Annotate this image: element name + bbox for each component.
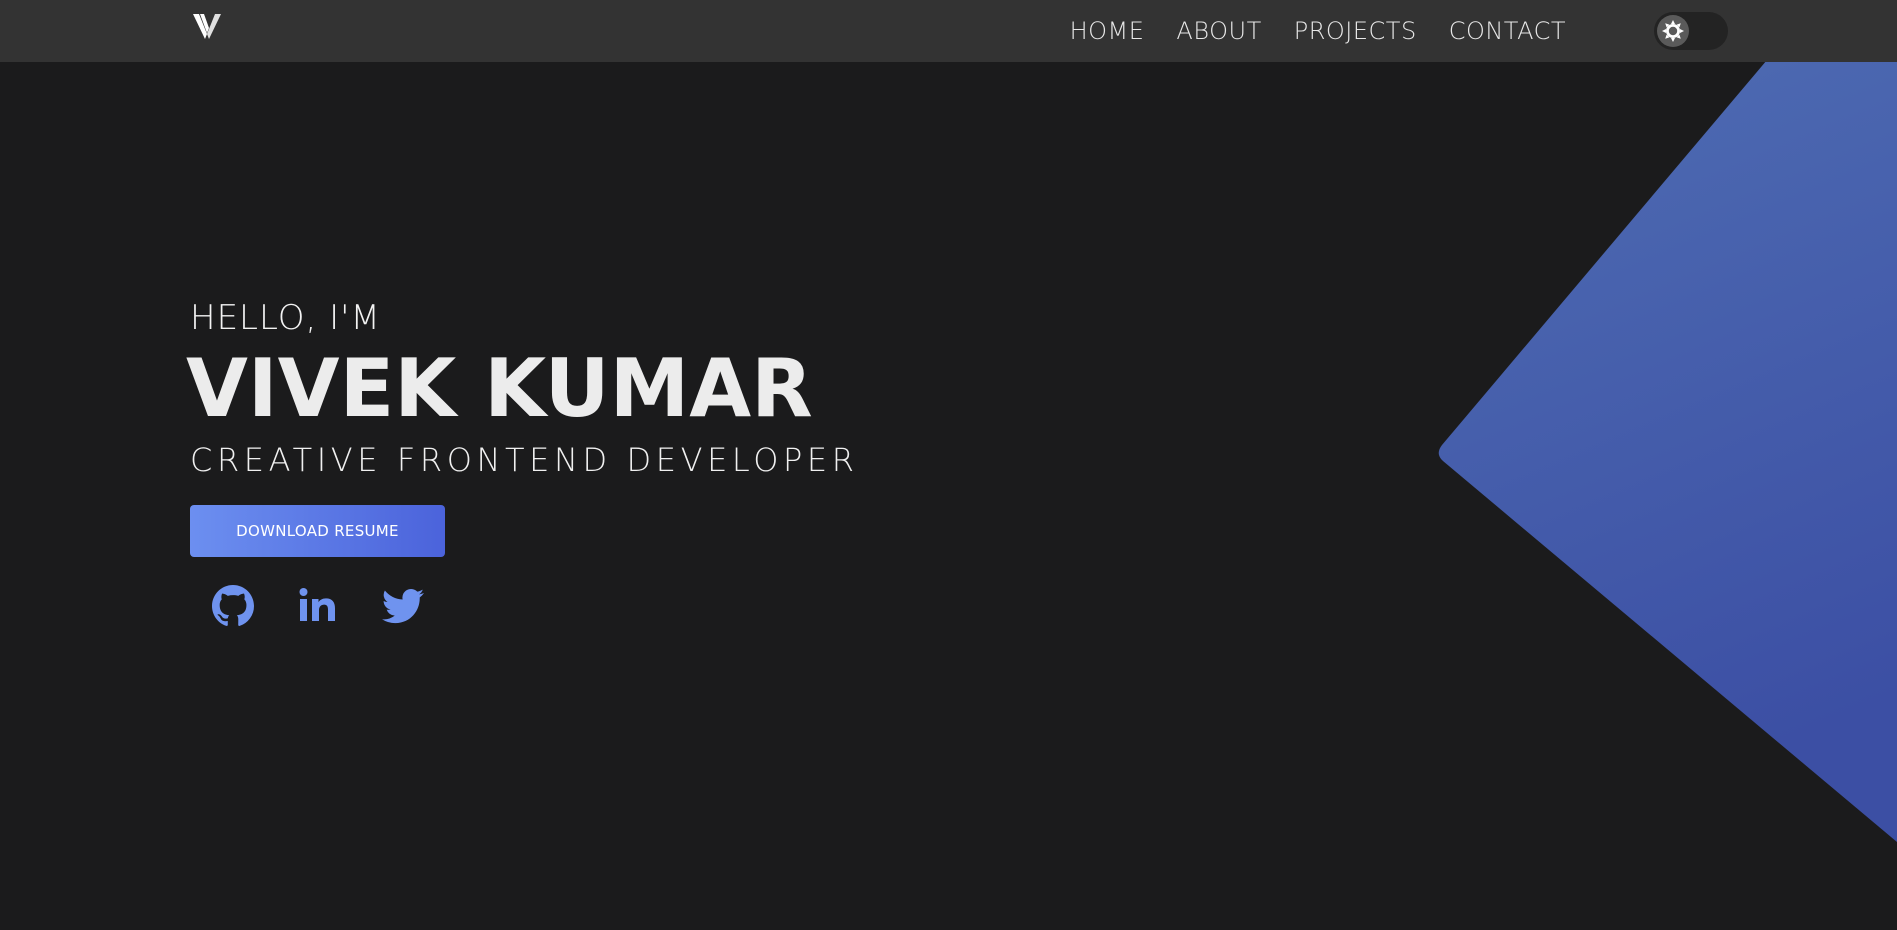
hero-name: VIVEK KUMAR (186, 342, 813, 435)
github-icon[interactable] (212, 585, 254, 627)
toggle-knob (1657, 15, 1689, 47)
linkedin-icon[interactable] (297, 585, 339, 627)
navbar: HOME ABOUT PROJECTS CONTACT (0, 0, 1897, 62)
hero-section: HELLO, I'M VIVEK KUMAR CREATIVE FRONTEND… (186, 295, 859, 627)
hero-greeting: HELLO, I'M (190, 298, 381, 338)
theme-toggle[interactable] (1654, 12, 1728, 50)
twitter-icon[interactable] (382, 585, 424, 627)
sun-icon (1662, 20, 1684, 42)
social-links (212, 585, 859, 627)
v-logo-icon[interactable] (192, 12, 222, 42)
page: HOME ABOUT PROJECTS CONTACT HELLO, I'M V… (0, 0, 1897, 930)
nav-links: HOME ABOUT PROJECTS CONTACT (1070, 0, 1566, 62)
nav-link-home[interactable]: HOME (1070, 17, 1145, 45)
download-resume-button[interactable]: DOWNLOAD RESUME (190, 505, 445, 557)
nav-link-contact[interactable]: CONTACT (1449, 17, 1566, 45)
hero-role: CREATIVE FRONTEND DEVELOPER (190, 441, 859, 479)
nav-link-about[interactable]: ABOUT (1176, 17, 1261, 45)
nav-link-projects[interactable]: PROJECTS (1294, 17, 1417, 45)
